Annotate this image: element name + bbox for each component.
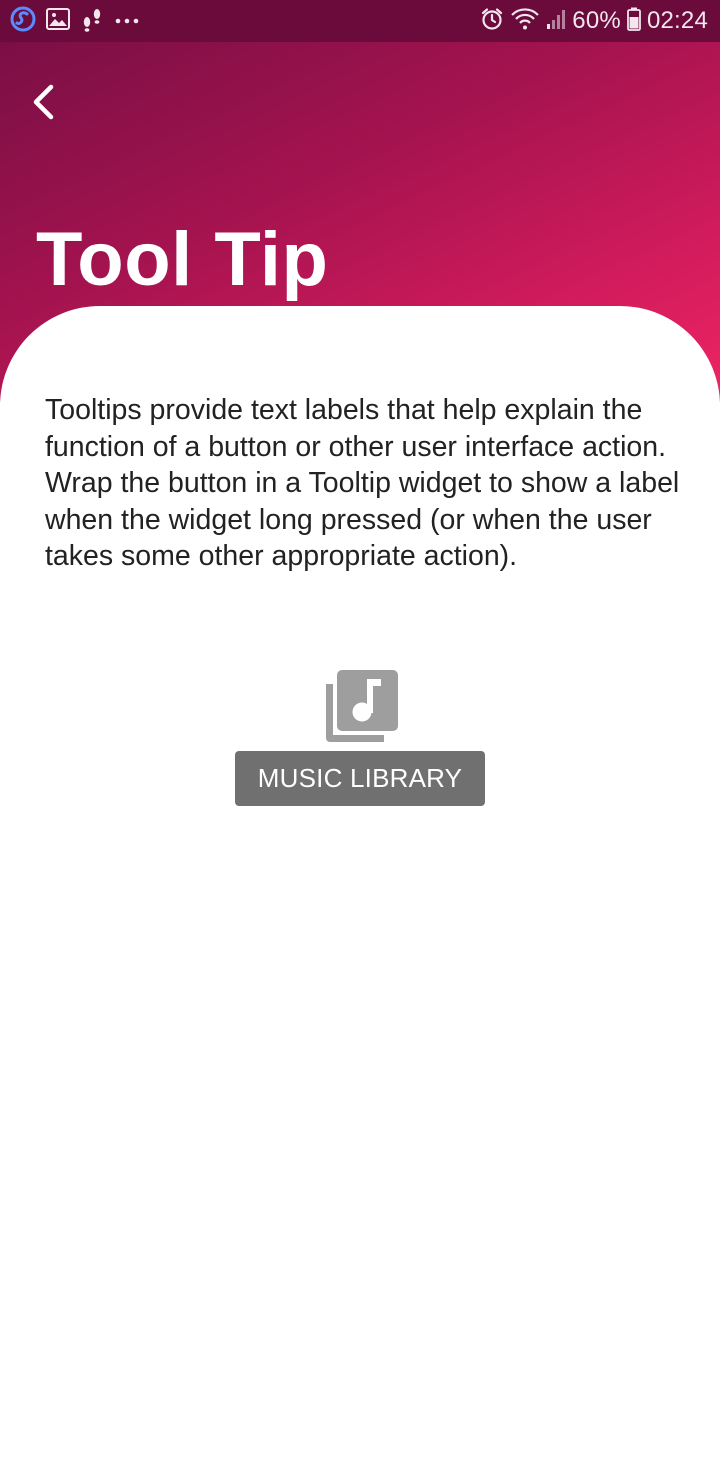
image-icon [46,7,70,35]
alarm-icon [480,7,504,36]
description-text: Tooltips provide text labels that help e… [45,394,680,573]
status-bar: 60% 02:24 [0,0,720,42]
content-card: Tooltips provide text labels that help e… [0,306,720,1480]
library-music-icon [322,669,398,751]
music-library-button[interactable] [322,669,398,751]
chevron-left-icon [31,84,57,125]
status-bar-left [10,6,140,37]
back-button[interactable] [24,82,64,126]
s-app-icon [10,6,36,37]
tooltip-demo-screen: 60% 02:24 Tool Tip Tooltips provide text… [0,0,720,1480]
more-dots-icon [114,12,140,30]
footsteps-icon [80,6,104,37]
signal-icon [546,8,566,35]
wifi-icon [510,7,540,36]
status-bar-right: 60% 02:24 [480,7,708,36]
battery-icon [627,7,641,36]
tooltip: MUSIC LIBRARY [235,751,485,806]
battery-percent: 60% [572,7,621,34]
page-title: Tool Tip [36,217,329,302]
clock: 02:24 [646,7,708,34]
